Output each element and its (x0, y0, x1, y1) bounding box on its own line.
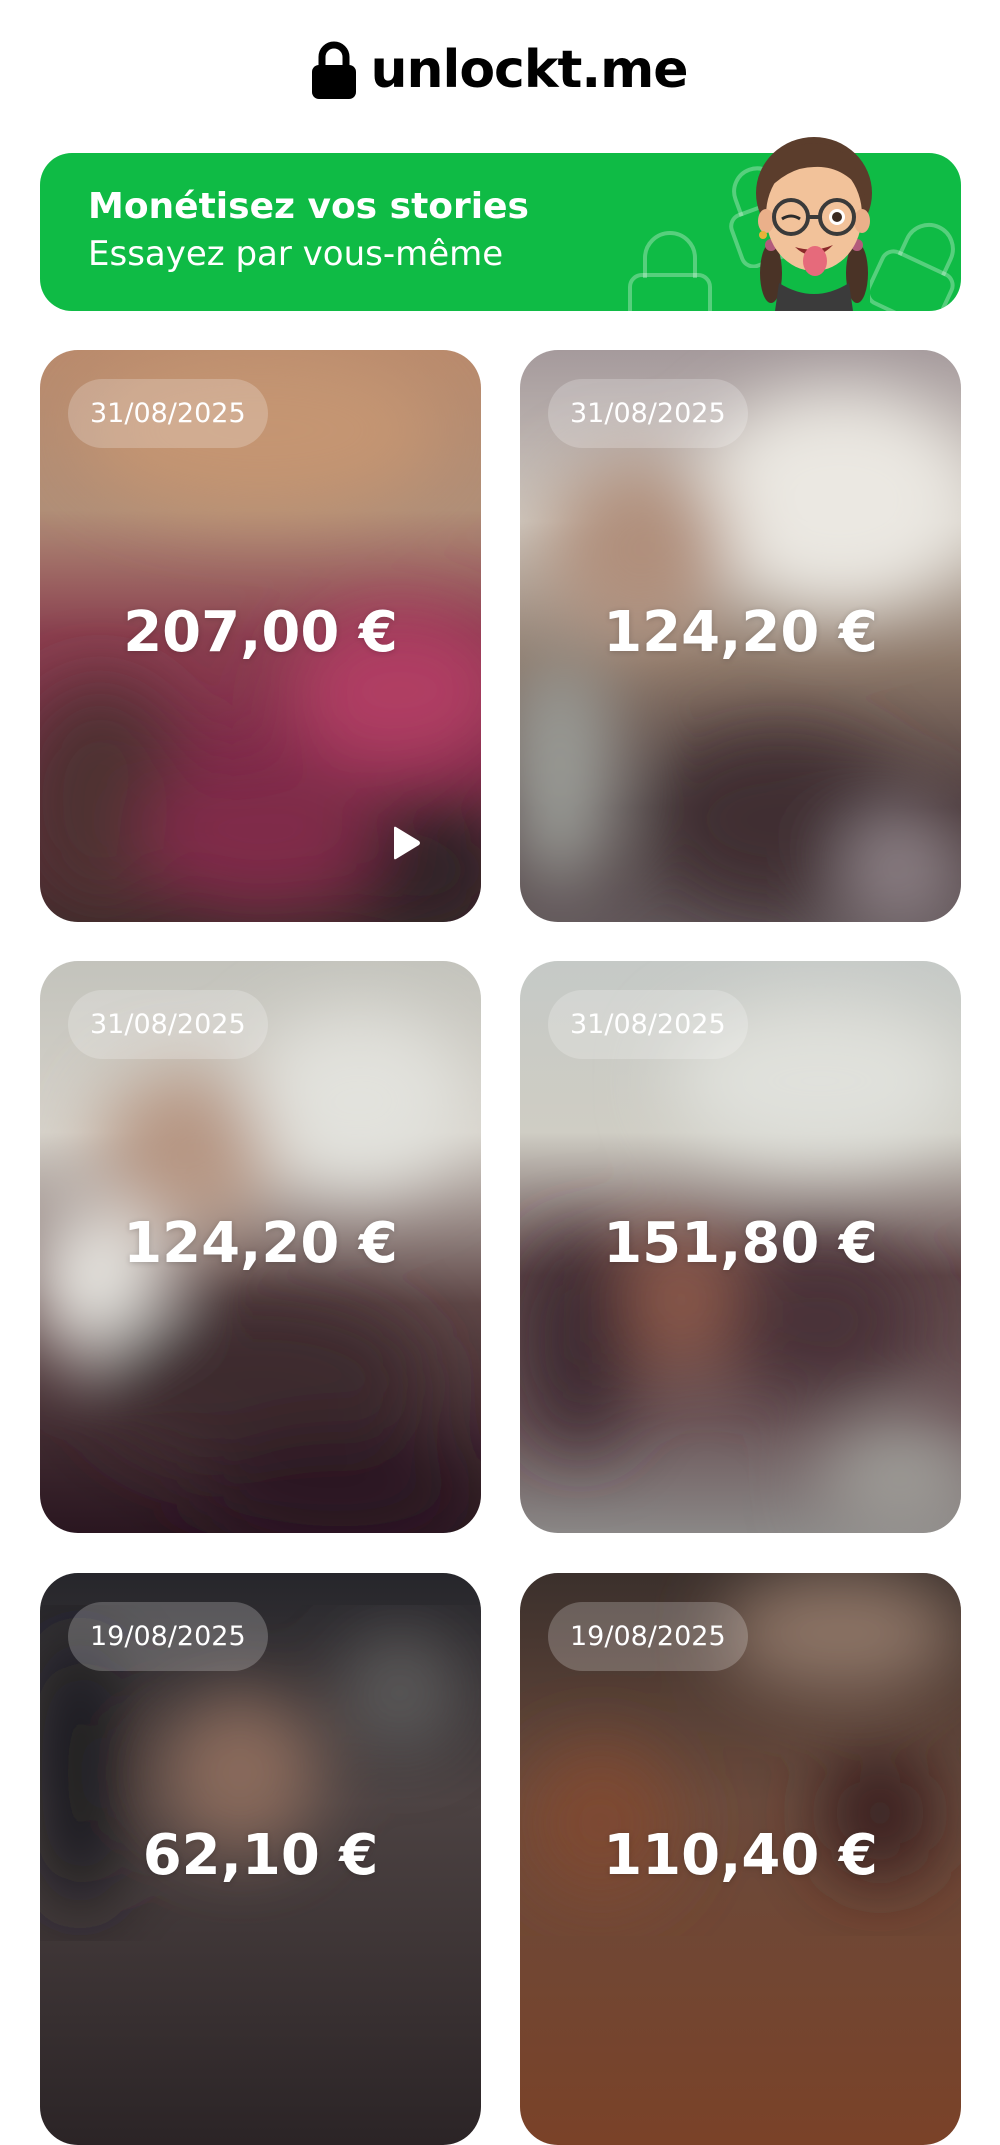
app-header: unlockt.me (0, 30, 1000, 110)
story-date-badge: 19/08/2025 (548, 1602, 748, 1671)
story-price: 151,80 € (603, 1211, 878, 1276)
story-date-badge: 31/08/2025 (68, 990, 268, 1059)
story-card[interactable]: 19/08/2025 110,40 € (520, 1573, 961, 2145)
banner-subtitle: Essayez par vous-même (88, 234, 504, 274)
lock-icon (312, 41, 357, 99)
story-date-badge: 31/08/2025 (548, 990, 748, 1059)
story-card[interactable]: 31/08/2025 151,80 € (520, 961, 961, 1533)
story-card[interactable]: 31/08/2025 207,00 € (40, 350, 481, 922)
lock-outline-icon (628, 231, 712, 311)
memoji-avatar-icon (756, 137, 872, 311)
story-card[interactable]: 31/08/2025 124,20 € (40, 961, 481, 1533)
story-date-badge: 31/08/2025 (68, 379, 268, 448)
story-date-badge: 19/08/2025 (68, 1602, 268, 1671)
story-card[interactable]: 31/08/2025 124,20 € (520, 350, 961, 922)
story-price: 62,10 € (142, 1823, 379, 1888)
lock-outline-icon (870, 222, 955, 311)
story-price: 124,20 € (123, 1211, 398, 1276)
promo-banner[interactable]: Monétisez vos stories Essayez par vous-m… (40, 137, 961, 311)
story-price: 207,00 € (123, 600, 398, 665)
story-card[interactable]: 19/08/2025 62,10 € (40, 1573, 481, 2145)
story-price: 124,20 € (603, 600, 878, 665)
play-icon (394, 826, 420, 860)
banner-title: Monétisez vos stories (88, 186, 529, 227)
brand-name[interactable]: unlockt.me (370, 40, 688, 100)
story-date-badge: 31/08/2025 (548, 379, 748, 448)
story-price: 110,40 € (603, 1823, 878, 1888)
